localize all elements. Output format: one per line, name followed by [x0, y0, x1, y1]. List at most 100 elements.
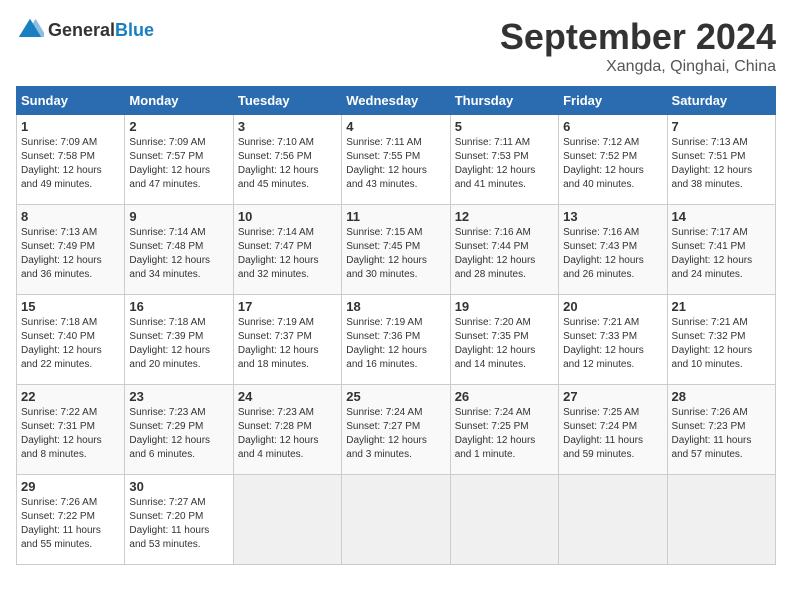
day-number: 15: [21, 299, 120, 314]
calendar-cell: 3 Sunrise: 7:10 AM Sunset: 7:56 PM Daylig…: [233, 115, 341, 205]
calendar-cell: 13Sunrise: 7:16 AM Sunset: 7:43 PM Dayli…: [559, 205, 667, 295]
logo-text-general: General: [48, 20, 115, 40]
calendar-week-row: 1 Sunrise: 7:09 AM Sunset: 7:58 PM Daylig…: [17, 115, 776, 205]
day-info: Sunrise: 7:10 AM Sunset: 7:56 PM Dayligh…: [238, 136, 337, 192]
day-number: 3: [238, 119, 337, 134]
day-info: Sunrise: 7:24 AM Sunset: 7:25 PM Dayligh…: [455, 406, 554, 462]
day-info: Sunrise: 7:12 AM Sunset: 7:52 PM Dayligh…: [563, 136, 662, 192]
calendar-cell: 7 Sunrise: 7:13 AM Sunset: 7:51 PM Daylig…: [667, 115, 775, 205]
calendar-cell: 5 Sunrise: 7:11 AM Sunset: 7:53 PM Daylig…: [450, 115, 558, 205]
day-info: Sunrise: 7:17 AM Sunset: 7:41 PM Dayligh…: [672, 226, 771, 282]
day-number: 27: [563, 389, 662, 404]
weekday-header-tuesday: Tuesday: [233, 87, 341, 115]
day-info: Sunrise: 7:15 AM Sunset: 7:45 PM Dayligh…: [346, 226, 445, 282]
day-number: 8: [21, 209, 120, 224]
logo: GeneralBlue: [16, 16, 154, 44]
day-number: 18: [346, 299, 445, 314]
day-number: 13: [563, 209, 662, 224]
calendar-cell: 18 Sunrise: 7:19 AM Sunset: 7:36 PM Dayli…: [342, 295, 450, 385]
day-info: Sunrise: 7:13 AM Sunset: 7:49 PM Dayligh…: [21, 226, 120, 282]
day-info: Sunrise: 7:20 AM Sunset: 7:35 PM Dayligh…: [455, 316, 554, 372]
weekday-header-monday: Monday: [125, 87, 233, 115]
day-number: 20: [563, 299, 662, 314]
calendar-cell: [667, 475, 775, 565]
day-number: 9: [129, 209, 228, 224]
calendar-cell: 17 Sunrise: 7:19 AM Sunset: 7:37 PM Dayli…: [233, 295, 341, 385]
calendar-table: SundayMondayTuesdayWednesdayThursdayFrid…: [16, 86, 776, 565]
day-info: Sunrise: 7:09 AM Sunset: 7:58 PM Dayligh…: [21, 136, 120, 192]
day-number: 17: [238, 299, 337, 314]
day-number: 28: [672, 389, 771, 404]
day-info: Sunrise: 7:19 AM Sunset: 7:37 PM Dayligh…: [238, 316, 337, 372]
weekday-header-wednesday: Wednesday: [342, 87, 450, 115]
calendar-cell: [342, 475, 450, 565]
calendar-cell: 10Sunrise: 7:14 AM Sunset: 7:47 PM Dayli…: [233, 205, 341, 295]
calendar-cell: [559, 475, 667, 565]
calendar-cell: [233, 475, 341, 565]
calendar-cell: 16Sunrise: 7:18 AM Sunset: 7:39 PM Dayli…: [125, 295, 233, 385]
calendar-cell: 19 Sunrise: 7:20 AM Sunset: 7:35 PM Dayli…: [450, 295, 558, 385]
calendar-week-row: 22Sunrise: 7:22 AM Sunset: 7:31 PM Dayli…: [17, 385, 776, 475]
weekday-header-saturday: Saturday: [667, 87, 775, 115]
logo-icon: [16, 16, 44, 44]
day-number: 12: [455, 209, 554, 224]
calendar-cell: 15 Sunrise: 7:18 AM Sunset: 7:40 PM Dayli…: [17, 295, 125, 385]
day-info: Sunrise: 7:26 AM Sunset: 7:23 PM Dayligh…: [672, 406, 771, 462]
page-header: GeneralBlue September 2024 Xangda, Qingh…: [16, 16, 776, 76]
day-number: 6: [563, 119, 662, 134]
day-info: Sunrise: 7:18 AM Sunset: 7:40 PM Dayligh…: [21, 316, 120, 372]
calendar-cell: 30Sunrise: 7:27 AM Sunset: 7:20 PM Dayli…: [125, 475, 233, 565]
day-info: Sunrise: 7:19 AM Sunset: 7:36 PM Dayligh…: [346, 316, 445, 372]
day-info: Sunrise: 7:26 AM Sunset: 7:22 PM Dayligh…: [21, 496, 120, 552]
day-info: Sunrise: 7:13 AM Sunset: 7:51 PM Dayligh…: [672, 136, 771, 192]
day-number: 26: [455, 389, 554, 404]
weekday-header-thursday: Thursday: [450, 87, 558, 115]
day-info: Sunrise: 7:14 AM Sunset: 7:48 PM Dayligh…: [129, 226, 228, 282]
calendar-cell: 11 Sunrise: 7:15 AM Sunset: 7:45 PM Dayli…: [342, 205, 450, 295]
day-number: 16: [129, 299, 228, 314]
day-info: Sunrise: 7:09 AM Sunset: 7:57 PM Dayligh…: [129, 136, 228, 192]
calendar-cell: 9 Sunrise: 7:14 AM Sunset: 7:48 PM Daylig…: [125, 205, 233, 295]
calendar-cell: 24 Sunrise: 7:23 AM Sunset: 7:28 PM Dayli…: [233, 385, 341, 475]
calendar-cell: 21Sunrise: 7:21 AM Sunset: 7:32 PM Dayli…: [667, 295, 775, 385]
day-number: 24: [238, 389, 337, 404]
calendar-cell: 23 Sunrise: 7:23 AM Sunset: 7:29 PM Dayli…: [125, 385, 233, 475]
day-number: 21: [672, 299, 771, 314]
day-number: 4: [346, 119, 445, 134]
day-number: 23: [129, 389, 228, 404]
calendar-cell: 28 Sunrise: 7:26 AM Sunset: 7:23 PM Dayli…: [667, 385, 775, 475]
day-info: Sunrise: 7:11 AM Sunset: 7:55 PM Dayligh…: [346, 136, 445, 192]
weekday-header-sunday: Sunday: [17, 87, 125, 115]
location-title: Xangda, Qinghai, China: [500, 58, 776, 76]
day-number: 29: [21, 479, 120, 494]
day-info: Sunrise: 7:21 AM Sunset: 7:33 PM Dayligh…: [563, 316, 662, 372]
day-info: Sunrise: 7:24 AM Sunset: 7:27 PM Dayligh…: [346, 406, 445, 462]
calendar-cell: 6 Sunrise: 7:12 AM Sunset: 7:52 PM Daylig…: [559, 115, 667, 205]
title-area: September 2024 Xangda, Qinghai, China: [500, 16, 776, 76]
day-number: 5: [455, 119, 554, 134]
calendar-week-row: 8 Sunrise: 7:13 AM Sunset: 7:49 PM Daylig…: [17, 205, 776, 295]
calendar-cell: 2Sunrise: 7:09 AM Sunset: 7:57 PM Daylig…: [125, 115, 233, 205]
day-info: Sunrise: 7:25 AM Sunset: 7:24 PM Dayligh…: [563, 406, 662, 462]
calendar-week-row: 15 Sunrise: 7:18 AM Sunset: 7:40 PM Dayli…: [17, 295, 776, 385]
calendar-cell: 29 Sunrise: 7:26 AM Sunset: 7:22 PM Dayli…: [17, 475, 125, 565]
day-number: 30: [129, 479, 228, 494]
day-info: Sunrise: 7:16 AM Sunset: 7:44 PM Dayligh…: [455, 226, 554, 282]
calendar-cell: 4 Sunrise: 7:11 AM Sunset: 7:55 PM Daylig…: [342, 115, 450, 205]
day-info: Sunrise: 7:23 AM Sunset: 7:28 PM Dayligh…: [238, 406, 337, 462]
calendar-cell: [450, 475, 558, 565]
calendar-cell: 8 Sunrise: 7:13 AM Sunset: 7:49 PM Daylig…: [17, 205, 125, 295]
month-title: September 2024: [500, 16, 776, 58]
day-info: Sunrise: 7:23 AM Sunset: 7:29 PM Dayligh…: [129, 406, 228, 462]
calendar-cell: 22Sunrise: 7:22 AM Sunset: 7:31 PM Dayli…: [17, 385, 125, 475]
day-number: 11: [346, 209, 445, 224]
day-number: 10: [238, 209, 337, 224]
day-number: 1: [21, 119, 120, 134]
weekday-header-friday: Friday: [559, 87, 667, 115]
calendar-cell: 26 Sunrise: 7:24 AM Sunset: 7:25 PM Dayli…: [450, 385, 558, 475]
day-number: 7: [672, 119, 771, 134]
day-number: 25: [346, 389, 445, 404]
day-number: 19: [455, 299, 554, 314]
calendar-cell: 27 Sunrise: 7:25 AM Sunset: 7:24 PM Dayli…: [559, 385, 667, 475]
day-info: Sunrise: 7:11 AM Sunset: 7:53 PM Dayligh…: [455, 136, 554, 192]
